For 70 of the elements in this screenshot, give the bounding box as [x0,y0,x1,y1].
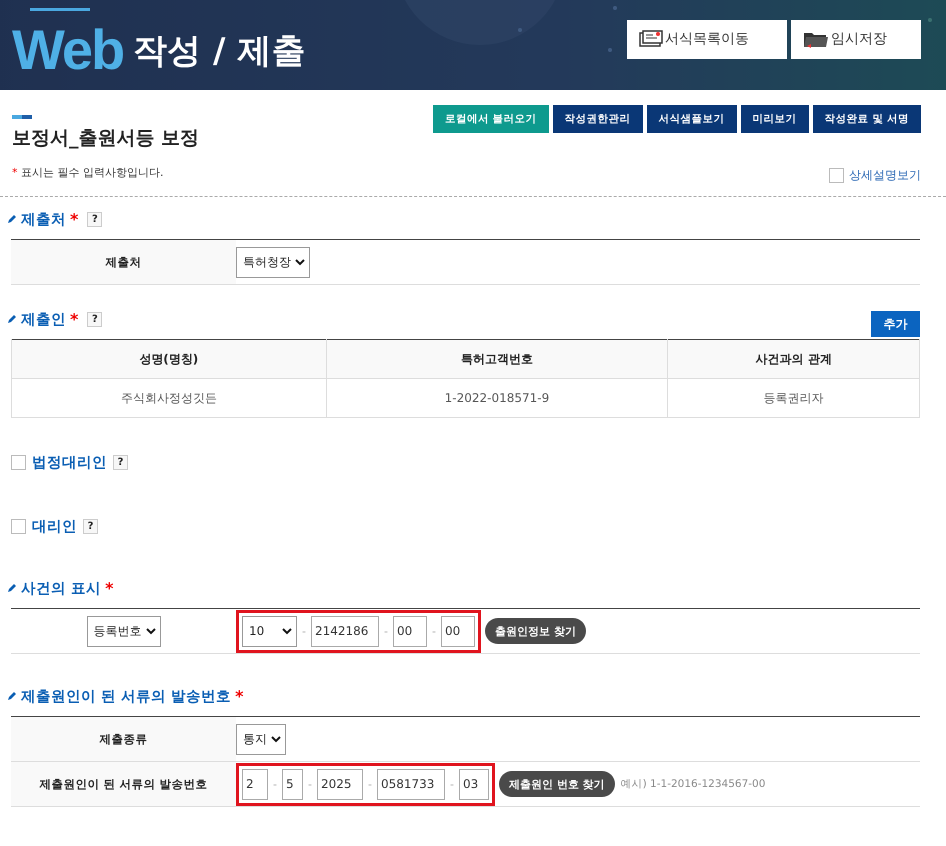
field-label: 제출종류 [11,717,236,761]
number-select[interactable]: 10 [242,616,297,646]
table-cell: 1-2022-018571-9 [326,378,668,418]
table-cell: 주식회사정성깃든 [12,378,326,418]
help-button[interactable]: ? [83,518,98,534]
checkbox[interactable] [829,168,844,183]
folder-icon [803,30,829,48]
toolbar-button[interactable]: 작성권한관리 [552,105,643,133]
section-title: 제출인 [21,310,66,328]
number-input[interactable]: 03 [458,768,489,800]
pencil-icon [7,314,17,324]
number-input[interactable]: 2142186 [310,616,379,646]
checkbox-label[interactable]: 법정대리인 [32,452,107,472]
separator: - [430,624,437,638]
required-asterisk: * [235,686,244,706]
add-button[interactable]: 추가 [871,311,920,337]
section-title: 사건의 표시 [21,580,102,598]
caret-icon [271,736,281,742]
checkbox-label[interactable]: 대리인 [32,516,77,536]
number-input[interactable]: 2 [242,768,268,800]
separator: - [272,778,278,790]
dropdown[interactable]: 특허청장 [236,246,310,278]
page-title: 작성 / 제출 [133,30,306,73]
number-input[interactable]: 5 [282,768,303,800]
example-hint: 예시) 1-1-2016-1234567-00 [620,777,766,791]
required-asterisk: * [70,310,78,328]
column-header: 사건과의 관계 [668,340,920,378]
logo: Web [12,16,124,82]
help-button[interactable]: ? [87,312,102,326]
header-button[interactable]: 임시저장 [791,20,921,58]
number-input[interactable]: 2025 [316,768,363,800]
separator: - [448,778,455,790]
form-title: 보정서_출원서등 보정 [12,126,200,151]
pencil-icon [7,214,17,224]
separator: - [301,624,307,638]
help-button[interactable]: ? [113,454,128,470]
header-button[interactable]: 서식목록이동 [627,20,787,58]
form-icon [639,30,663,48]
table-cell: 등록권리자 [668,378,920,418]
separator: - [382,624,389,638]
dropdown[interactable]: 등록번호 [86,616,160,646]
checkbox[interactable] [11,454,26,470]
pencil-icon [7,583,17,593]
section-title: 제출처 [21,210,66,228]
caret-icon [146,628,156,634]
required-asterisk: * [70,210,78,228]
checkbox-label[interactable]: 상세설명보기 [849,167,921,184]
separator: - [306,778,313,790]
caret-icon [282,628,292,634]
caret-icon [295,258,305,266]
help-button[interactable]: ? [87,212,102,226]
number-input[interactable]: 0581733 [376,768,445,800]
separator: - [366,778,373,790]
toolbar-button[interactable]: 작성완료 및 서명 [812,105,921,133]
search-button[interactable]: 출원인정보 찾기 [484,618,586,644]
dropdown[interactable]: 통지 [236,724,286,754]
column-header: 특허고객번호 [326,340,668,378]
field-label: 제출원인이 된 서류의 발송번호 [11,762,236,806]
required-asterisk: * [105,578,114,598]
pencil-icon [7,691,17,701]
field-label: 제출처 [11,240,236,284]
toolbar-button[interactable]: 서식샘플보기 [646,105,737,133]
required-note: * 표시는 필수 입력사항입니다. [12,165,164,180]
column-header: 성명(명칭) [12,340,326,378]
section-title: 제출원인이 된 서류의 발송번호 [21,688,232,706]
number-input[interactable]: 00 [440,616,475,646]
toolbar-button[interactable]: 미리보기 [740,105,809,133]
number-input[interactable]: 00 [392,616,427,646]
search-button[interactable]: 제출원인 번호 찾기 [498,771,615,797]
checkbox[interactable] [11,518,26,534]
